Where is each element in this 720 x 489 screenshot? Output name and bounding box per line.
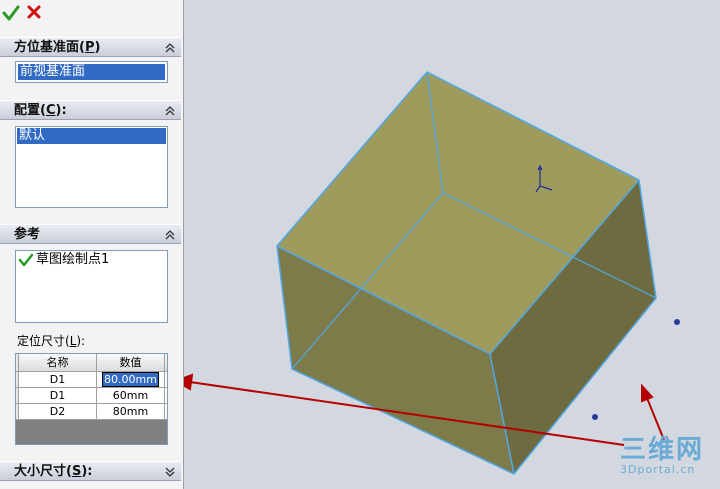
collapse-double-chevron-icon[interactable] bbox=[165, 106, 175, 116]
size-dimensions-header[interactable]: 大小尺寸(S): bbox=[0, 461, 181, 481]
positioning-dimensions-label: 定位尺寸(L): bbox=[17, 334, 86, 348]
close-icon[interactable] bbox=[26, 4, 42, 20]
collapse-double-chevron-icon[interactable] bbox=[165, 230, 175, 240]
table-header-row: 名称 数值 bbox=[16, 354, 167, 372]
dimension-name-cell: D1 bbox=[19, 372, 97, 387]
column-header-name[interactable]: 名称 bbox=[19, 354, 97, 371]
dimension-value-cell[interactable]: 60mm bbox=[97, 388, 165, 403]
property-toolbar bbox=[0, 0, 183, 28]
dimension-name-cell: D1 bbox=[19, 388, 97, 403]
configuration-title: 配置(C): bbox=[14, 103, 67, 118]
table-row[interactable]: D1 80.00mm bbox=[16, 372, 167, 388]
orientation-plane-title: 方位基准面(P) bbox=[14, 40, 101, 55]
size-dimensions-title: 大小尺寸(S): bbox=[14, 464, 93, 479]
dimension-value-input[interactable]: 80.00mm bbox=[97, 372, 165, 387]
model-view[interactable] bbox=[184, 0, 720, 489]
graphics-viewport[interactable] bbox=[184, 0, 720, 489]
reference-header[interactable]: 参考 bbox=[0, 224, 181, 244]
list-item[interactable]: 默认 bbox=[17, 128, 166, 144]
table-row[interactable]: D2 80mm bbox=[16, 404, 167, 420]
watermark-logo: 三维网 3Dportal.cn bbox=[620, 435, 705, 476]
dimension-value-cell[interactable]: 80mm bbox=[97, 404, 165, 419]
orientation-plane-field[interactable]: 前视基准面 bbox=[15, 61, 168, 83]
check-icon[interactable] bbox=[2, 4, 20, 22]
list-item[interactable]: 草图绘制点1 bbox=[16, 251, 167, 269]
table-row[interactable]: D1 60mm bbox=[16, 388, 167, 404]
property-manager: 方位基准面(P) 前视基准面 配置(C): 默认 参考 草图绘制点1 定位尺寸(… bbox=[0, 0, 184, 489]
orientation-plane-header[interactable]: 方位基准面(P) bbox=[0, 37, 181, 57]
reference-item-label: 草图绘制点1 bbox=[36, 252, 110, 267]
collapse-double-chevron-icon[interactable] bbox=[165, 43, 175, 53]
sketch-point[interactable] bbox=[674, 319, 680, 325]
configuration-list[interactable]: 默认 bbox=[15, 126, 168, 208]
sketch-point[interactable] bbox=[592, 414, 598, 420]
positioning-dimensions-table: 名称 数值 D1 80.00mm D1 60mm D2 80mm bbox=[15, 353, 168, 445]
expand-double-chevron-icon[interactable] bbox=[165, 467, 175, 477]
orientation-plane-value[interactable]: 前视基准面 bbox=[18, 64, 165, 80]
check-icon bbox=[18, 253, 34, 267]
configuration-header[interactable]: 配置(C): bbox=[0, 100, 181, 120]
dimension-name-cell: D2 bbox=[19, 404, 97, 419]
reference-title: 参考 bbox=[14, 227, 41, 242]
reference-list[interactable]: 草图绘制点1 bbox=[15, 250, 168, 323]
column-header-value[interactable]: 数值 bbox=[97, 354, 165, 371]
